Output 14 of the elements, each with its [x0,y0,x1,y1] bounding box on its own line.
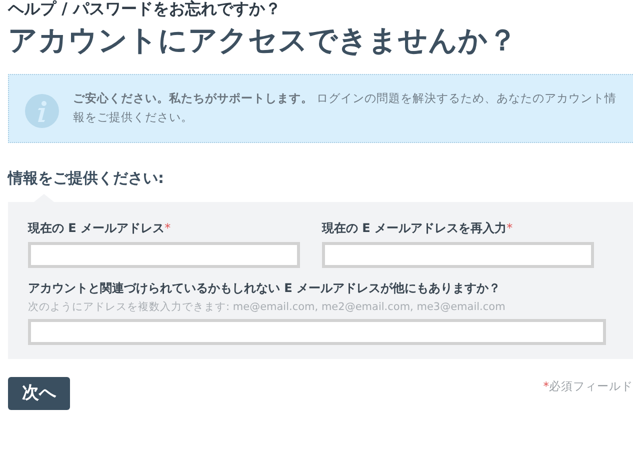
email-field[interactable] [28,242,300,268]
breadcrumb: ヘルプ / パスワードをお忘れですか？ [8,0,282,18]
next-button[interactable]: 次へ [8,377,70,410]
field-label: アカウントと関連づけられているかもしれない E メールアドレスが他にもありますか？ [28,280,502,297]
field-label: 現在の E メールアドレスを再入力* [322,220,514,237]
required-note: *必須フィールド [543,379,633,394]
page-title: アカウントにアクセスできませんか？ [8,22,518,59]
email-field[interactable] [322,242,594,268]
email-field[interactable] [28,319,606,345]
field-label: 現在の E メールアドレス* [28,220,172,237]
notice-text: ご安心ください。私たちがサポートします。 ログインの問題を解決するため、あなたのアカウント情報をご提供ください。 [73,90,618,126]
info-icon [25,94,59,128]
field-hint: 次のようにアドレスを複数入力できます: me@email.com, me2@email.com, me3@email.com [28,300,506,314]
section-title: 情報をご提供ください: [8,169,165,188]
